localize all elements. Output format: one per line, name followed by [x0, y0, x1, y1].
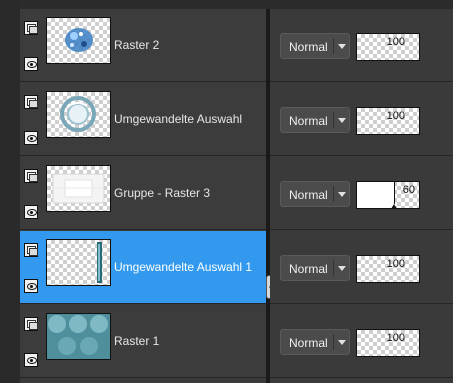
layer-row[interactable]: Umgewandelte Auswahl: [20, 83, 266, 156]
blend-mode-dropdown[interactable]: Normal: [280, 33, 350, 59]
layer-thumbnail[interactable]: [46, 17, 111, 64]
layer-group-icon[interactable]: [24, 243, 38, 257]
layer-row-selected[interactable]: Umgewandelte Auswahl 1: [20, 231, 266, 304]
blend-mode-dropdown[interactable]: Normal: [280, 329, 350, 355]
layer-group-icon[interactable]: [24, 21, 38, 35]
opacity-value: 100: [386, 332, 405, 344]
layer-name: Raster 2: [114, 38, 160, 52]
opacity-fill: [357, 182, 395, 208]
layer-thumbnail[interactable]: [46, 239, 111, 286]
chevron-down-icon: [338, 340, 346, 345]
white-frame-thumbnail-icon: [52, 173, 105, 204]
layer-icons: [24, 95, 40, 147]
blend-mode-dropdown[interactable]: Normal: [280, 181, 350, 207]
layer-name: Umgewandelte Auswahl: [114, 112, 243, 126]
layer-icons: [24, 243, 40, 295]
chevron-down-icon: [338, 266, 346, 271]
layer-properties-row: Normal 100: [270, 9, 453, 82]
layer-group-icon[interactable]: [24, 169, 38, 183]
layers-list: Raster 2 Umgewandelte Auswahl Gruppe - R…: [20, 9, 266, 383]
opacity-slider[interactable]: 100: [356, 107, 420, 135]
layer-icons: [24, 169, 40, 221]
layer-row[interactable]: Raster 1: [20, 305, 266, 378]
vertical-bar-thumbnail-icon: [97, 242, 102, 283]
layer-properties-row: Normal 100: [270, 231, 453, 304]
panel-left-strip: [0, 0, 20, 383]
layer-name: Umgewandelte Auswahl 1: [114, 260, 253, 274]
layer-row[interactable]: Raster 2: [20, 9, 266, 82]
layer-group-icon[interactable]: [24, 95, 38, 109]
opacity-value: 100: [386, 36, 405, 48]
layer-thumbnail[interactable]: [46, 313, 111, 360]
blend-mode-dropdown[interactable]: Normal: [280, 107, 350, 133]
layer-name: Raster 1: [114, 334, 160, 348]
layer-properties-column: Normal 100 Normal 100 Normal 60 Normal 1…: [270, 9, 453, 383]
chevron-down-icon: [338, 118, 346, 123]
opacity-slider[interactable]: 60: [356, 181, 420, 209]
blend-mode-dropdown[interactable]: Normal: [280, 255, 350, 281]
visibility-eye-icon[interactable]: [24, 353, 38, 367]
opacity-slider[interactable]: 100: [356, 329, 420, 357]
opacity-marker-icon[interactable]: [391, 204, 397, 208]
layer-row[interactable]: Gruppe - Raster 3: [20, 157, 266, 230]
opacity-value: 60: [402, 184, 415, 196]
glass-ring-thumbnail-icon: [60, 96, 96, 132]
layer-properties-row: Normal 100: [270, 305, 453, 378]
opacity-slider[interactable]: 100: [356, 33, 420, 61]
chevron-down-icon: [338, 44, 346, 49]
layer-thumbnail[interactable]: [46, 165, 111, 212]
blend-mode-value: Normal: [289, 114, 328, 128]
layer-icons: [24, 317, 40, 369]
blend-mode-value: Normal: [289, 188, 328, 202]
visibility-eye-icon[interactable]: [24, 131, 38, 145]
visibility-eye-icon[interactable]: [24, 205, 38, 219]
opacity-value: 100: [386, 110, 405, 122]
blend-mode-value: Normal: [289, 262, 328, 276]
teal-pattern-thumbnail-icon: [47, 314, 110, 359]
blend-mode-value: Normal: [289, 40, 328, 54]
visibility-eye-icon[interactable]: [24, 279, 38, 293]
layer-icons: [24, 21, 40, 73]
opacity-slider[interactable]: 100: [356, 255, 420, 283]
layer-group-icon[interactable]: [24, 317, 38, 331]
opacity-divider: [394, 182, 395, 204]
layer-name: Gruppe - Raster 3: [114, 186, 211, 200]
layer-thumbnail[interactable]: [46, 91, 111, 138]
layer-properties-row: Normal 60: [270, 157, 453, 230]
panel-top-strip: [0, 0, 453, 9]
blend-mode-value: Normal: [289, 336, 328, 350]
chevron-down-icon: [338, 192, 346, 197]
opacity-value: 100: [386, 258, 405, 270]
blue-glitter-thumbnail-icon: [65, 28, 93, 52]
layer-properties-row: Normal 100: [270, 83, 453, 156]
visibility-eye-icon[interactable]: [24, 57, 38, 71]
